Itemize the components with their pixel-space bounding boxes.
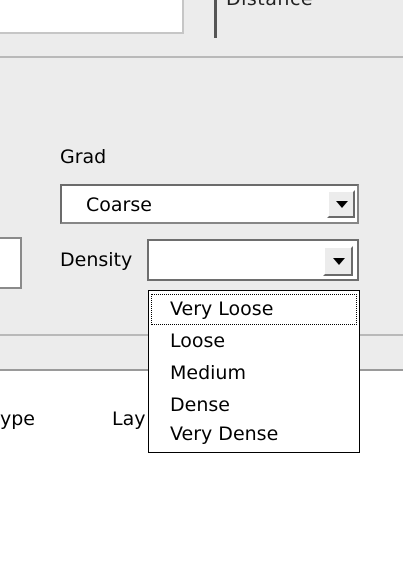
density-label: Density: [60, 249, 133, 271]
top-partial-label: Distance: [226, 0, 313, 10]
left-input-field[interactable]: [0, 237, 22, 289]
density-option[interactable]: Very Dense: [150, 418, 358, 451]
density-option[interactable]: Very Loose: [150, 293, 358, 326]
grad-label: Grad: [60, 146, 107, 168]
density-dropdown-list: Very Loose Loose Medium Dense Very Dense: [148, 290, 360, 453]
grad-dropdown-button[interactable]: [327, 190, 355, 218]
column-header-layer[interactable]: Lay: [112, 408, 145, 430]
top-text-field[interactable]: [0, 0, 184, 34]
density-option[interactable]: Loose: [150, 325, 358, 358]
density-option[interactable]: Medium: [150, 357, 358, 390]
chevron-down-icon: [336, 201, 348, 208]
column-header-type[interactable]: ype: [0, 408, 35, 430]
top-separator: [214, 0, 217, 38]
grad-select-value[interactable]: Coarse: [86, 194, 152, 216]
density-dropdown-button[interactable]: [323, 246, 353, 276]
chevron-down-icon: [333, 258, 345, 265]
